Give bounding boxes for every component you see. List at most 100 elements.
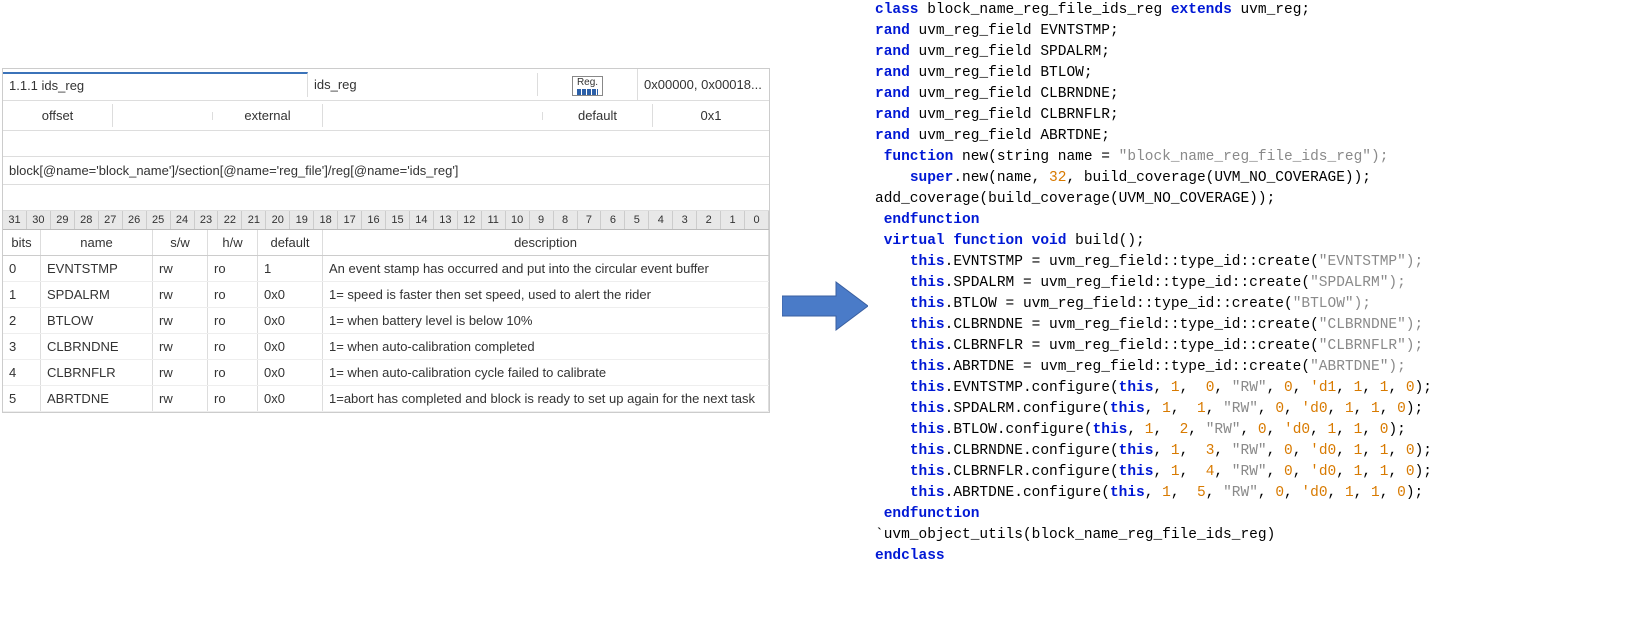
register-address: 0x00000, 0x00018...: [638, 73, 769, 96]
col-hw: ro: [208, 386, 258, 411]
col-bits: 1: [3, 282, 41, 307]
bit-index: 12: [458, 211, 482, 229]
col-sw: rw: [153, 256, 208, 281]
col-name: ABRTDNE: [41, 386, 153, 411]
col-sw: rw: [153, 386, 208, 411]
bit-index: 3: [673, 211, 697, 229]
register-header-row: 1.1.1 ids_reg ids_reg Reg. 0x00000, 0x00…: [3, 69, 769, 101]
col-hw: ro: [208, 282, 258, 307]
table-row: 2BTLOWrwro0x01= when battery level is be…: [3, 308, 769, 334]
col-name: EVNTSTMP: [41, 256, 153, 281]
col-bits: 0: [3, 256, 41, 281]
col-def: 0x0: [258, 386, 323, 411]
bit-index: 22: [218, 211, 242, 229]
bit-index: 21: [242, 211, 266, 229]
register-xpath: block[@name='block_name']/section[@name=…: [3, 157, 769, 185]
bit-index: 18: [314, 211, 338, 229]
col-bits: 5: [3, 386, 41, 411]
bit-index: 1: [721, 211, 745, 229]
bit-index: 11: [482, 211, 506, 229]
table-row: 1SPDALRMrwro0x01= speed is faster then s…: [3, 282, 769, 308]
register-name: ids_reg: [308, 73, 538, 96]
bit-index: 24: [171, 211, 195, 229]
bit-index: 13: [434, 211, 458, 229]
col-bits: bits: [3, 230, 41, 255]
bit-index: 17: [338, 211, 362, 229]
col-def: 0x0: [258, 334, 323, 359]
table-row: 4CLBRNFLRrwro0x01= when auto-calibration…: [3, 360, 769, 386]
col-default: default: [258, 230, 323, 255]
bit-index: 30: [27, 211, 51, 229]
col-hw: ro: [208, 334, 258, 359]
col-sw: s/w: [153, 230, 208, 255]
bit-index: 4: [649, 211, 673, 229]
bit-index: 26: [123, 211, 147, 229]
table-row: 0EVNTSTMPrwro1An event stamp has occurre…: [3, 256, 769, 282]
col-hw: ro: [208, 360, 258, 385]
bit-index: 16: [362, 211, 386, 229]
col-name: CLBRNFLR: [41, 360, 153, 385]
external-label: external: [213, 104, 323, 127]
field-table-header: bits name s/w h/w default description: [3, 230, 769, 256]
col-name: SPDALRM: [41, 282, 153, 307]
generated-code-panel: class block_name_reg_file_ids_reg extend…: [875, 0, 1645, 567]
col-bits: 2: [3, 308, 41, 333]
table-row: 5ABRTDNErwro0x01=abort has completed and…: [3, 386, 769, 412]
bit-index: 15: [386, 211, 410, 229]
bit-index-header: 3130292827262524232221201918171615141312…: [3, 211, 769, 230]
register-spec-panel: 1.1.1 ids_reg ids_reg Reg. 0x00000, 0x00…: [2, 68, 770, 413]
col-sw: rw: [153, 282, 208, 307]
col-name: name: [41, 230, 153, 255]
bit-index: 5: [625, 211, 649, 229]
offset-label: offset: [3, 104, 113, 127]
external-value: [323, 112, 543, 120]
spacer: [3, 131, 769, 157]
col-bits: 4: [3, 360, 41, 385]
col-sw: rw: [153, 360, 208, 385]
default-value: 0x1: [653, 104, 769, 127]
col-name: BTLOW: [41, 308, 153, 333]
col-sw: rw: [153, 334, 208, 359]
col-def: 0x0: [258, 360, 323, 385]
col-hw: h/w: [208, 230, 258, 255]
col-name: CLBRNDNE: [41, 334, 153, 359]
bit-index: 6: [601, 211, 625, 229]
col-hw: ro: [208, 308, 258, 333]
reg-icon: Reg.: [572, 76, 603, 96]
col-hw: ro: [208, 256, 258, 281]
bit-index: 27: [99, 211, 123, 229]
col-def: 0x0: [258, 282, 323, 307]
bit-index: 7: [578, 211, 602, 229]
col-desc: 1= when auto-calibration completed: [323, 334, 769, 359]
default-label: default: [543, 104, 653, 127]
bit-index: 10: [506, 211, 530, 229]
col-desc: 1= speed is faster then set speed, used …: [323, 282, 769, 307]
col-bits: 3: [3, 334, 41, 359]
col-def: 1: [258, 256, 323, 281]
register-meta-row: offset external default 0x1: [3, 101, 769, 131]
col-def: 0x0: [258, 308, 323, 333]
bit-index: 20: [266, 211, 290, 229]
section-number: 1.1.1 ids_reg: [3, 72, 308, 97]
table-row: 3CLBRNDNErwro0x01= when auto-calibration…: [3, 334, 769, 360]
bit-index: 31: [3, 211, 27, 229]
field-table-body: 0EVNTSTMPrwro1An event stamp has occurre…: [3, 256, 769, 412]
col-sw: rw: [153, 308, 208, 333]
bit-index: 8: [554, 211, 578, 229]
bit-index: 9: [530, 211, 554, 229]
col-desc: 1= when battery level is below 10%: [323, 308, 769, 333]
register-type-badge: Reg.: [538, 69, 638, 100]
arrow-icon: [782, 278, 868, 334]
spacer: [3, 185, 769, 211]
col-desc: 1= when auto-calibration cycle failed to…: [323, 360, 769, 385]
bit-index: 28: [75, 211, 99, 229]
col-desc: 1=abort has completed and block is ready…: [323, 386, 769, 411]
bit-index: 14: [410, 211, 434, 229]
bit-index: 25: [147, 211, 171, 229]
col-desc: An event stamp has occurred and put into…: [323, 256, 769, 281]
bit-index: 29: [51, 211, 75, 229]
bit-index: 2: [697, 211, 721, 229]
bit-index: 19: [290, 211, 314, 229]
col-description: description: [323, 230, 769, 255]
offset-value: [113, 112, 213, 120]
